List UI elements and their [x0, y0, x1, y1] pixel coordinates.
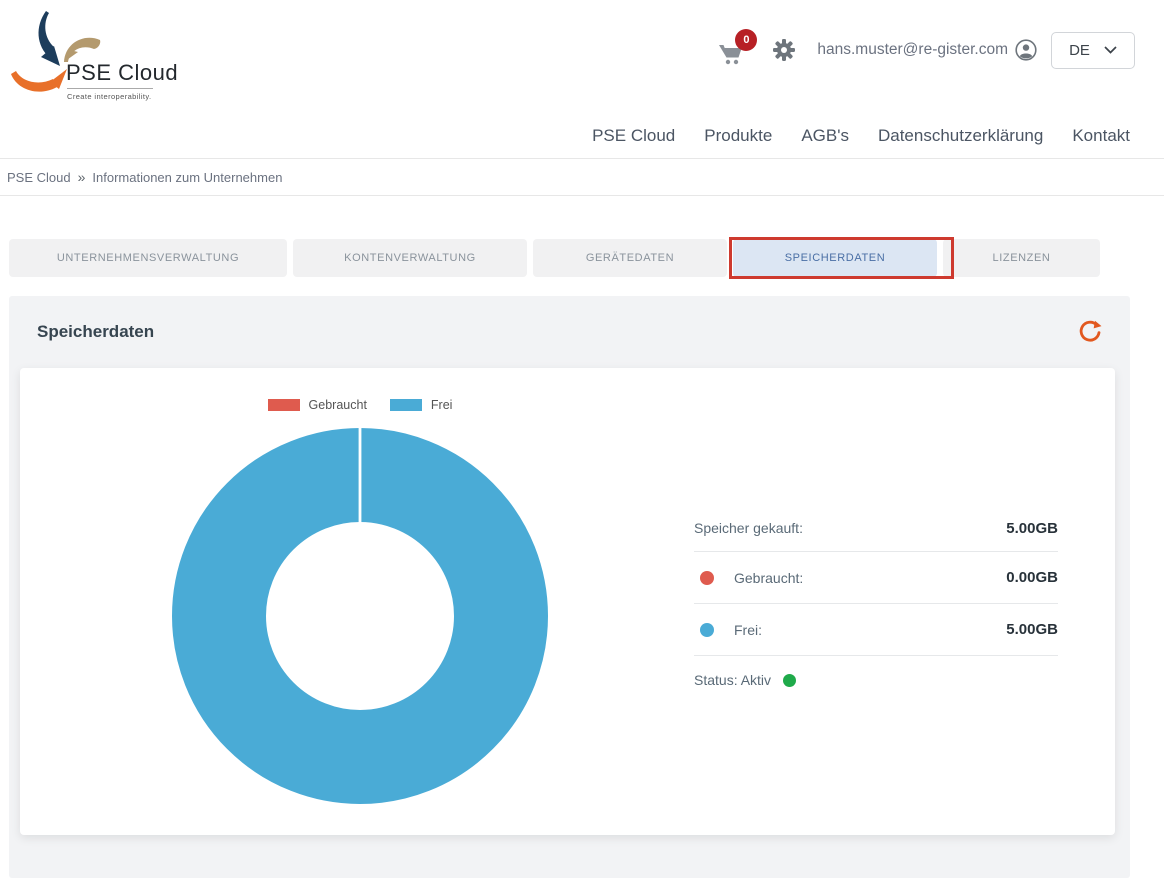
- settings-button[interactable]: [773, 39, 795, 61]
- logo-tagline: Create interoperability.: [67, 92, 152, 101]
- legend-label-gebraucht: Gebraucht: [309, 398, 367, 412]
- tab-lizenzen[interactable]: LIZENZEN: [943, 239, 1100, 277]
- gear-icon: [773, 39, 795, 61]
- storage-row-gebraucht: Gebraucht: 0.00GB: [694, 552, 1058, 604]
- header-actions: 0 hans.muster@re-gister.com: [717, 30, 1135, 70]
- storage-label: Frei:: [734, 622, 1006, 638]
- storage-value: 5.00GB: [1006, 621, 1058, 638]
- tab-geraetedaten[interactable]: GERÄTEDATEN: [533, 239, 727, 277]
- user-email[interactable]: hans.muster@re-gister.com: [817, 41, 1008, 59]
- chart-legend: Gebraucht Frei: [150, 398, 570, 412]
- breadcrumb: PSE Cloud » Informationen zum Unternehme…: [0, 159, 1164, 196]
- storage-card: Gebraucht Frei Speicher gekauft: 5.00GB: [20, 368, 1115, 835]
- top-bar: PSE Cloud Create interoperability. 0: [0, 0, 1164, 159]
- storage-label: Speicher gekauft:: [694, 520, 1006, 536]
- tab-speicherdaten-label: SPEICHERDATEN: [785, 252, 886, 264]
- blue-dot-icon: [700, 623, 714, 637]
- storage-row-frei: Frei: 5.00GB: [694, 604, 1058, 656]
- cart-button[interactable]: 0: [717, 32, 751, 68]
- storage-label: Gebraucht:: [734, 570, 1006, 586]
- pse-cloud-logo[interactable]: PSE Cloud Create interoperability.: [8, 8, 188, 108]
- main-nav: PSE Cloud Produkte AGB's Datenschutzerkl…: [592, 126, 1130, 146]
- nav-item-agbs[interactable]: AGB's: [801, 126, 849, 146]
- chevron-down-icon: [1104, 46, 1117, 54]
- legend-swatch-gebraucht: [268, 399, 300, 411]
- storage-row-gekauft: Speicher gekauft: 5.00GB: [694, 505, 1058, 552]
- status-row: Status: Aktiv: [694, 672, 1058, 688]
- user-menu-button[interactable]: [1015, 39, 1037, 61]
- speicherdaten-panel: Speicherdaten Gebraucht Frei: [9, 296, 1130, 878]
- tab-unternehmensverwaltung[interactable]: UNTERNEHMENSVERWALTUNG: [9, 239, 287, 277]
- tab-bar: UNTERNEHMENSVERWALTUNG KONTENVERWALTUNG …: [9, 239, 1130, 277]
- legend-swatch-frei: [390, 399, 422, 411]
- language-code: DE: [1069, 42, 1090, 59]
- storage-value: 5.00GB: [1006, 520, 1058, 537]
- donut-chart: [172, 428, 548, 804]
- breadcrumb-current: Informationen zum Unternehmen: [92, 170, 282, 185]
- legend-label-frei: Frei: [431, 398, 453, 412]
- tab-kontenverwaltung[interactable]: KONTENVERWALTUNG: [293, 239, 527, 277]
- cart-count-badge: 0: [735, 29, 757, 51]
- tab-speicherdaten[interactable]: SPEICHERDATEN: [733, 239, 937, 277]
- user-icon: [1015, 39, 1037, 61]
- breadcrumb-separator: »: [78, 169, 86, 185]
- storage-value: 0.00GB: [1006, 569, 1058, 586]
- nav-item-pse-cloud[interactable]: PSE Cloud: [592, 126, 675, 146]
- language-selector[interactable]: DE: [1051, 32, 1135, 69]
- status-active-dot-icon: [783, 674, 796, 687]
- logo-divider: [67, 88, 153, 89]
- red-dot-icon: [700, 571, 714, 585]
- panel-title: Speicherdaten: [37, 322, 154, 342]
- content-area: UNTERNEHMENSVERWALTUNG KONTENVERWALTUNG …: [9, 197, 1130, 878]
- nav-item-produkte[interactable]: Produkte: [704, 126, 772, 146]
- breadcrumb-root[interactable]: PSE Cloud: [7, 170, 71, 185]
- refresh-button[interactable]: [1077, 319, 1103, 345]
- nav-item-datenschutz[interactable]: Datenschutzerklärung: [878, 126, 1043, 146]
- nav-item-kontakt[interactable]: Kontakt: [1072, 126, 1130, 146]
- logo-title: PSE Cloud: [66, 60, 178, 86]
- status-label: Status: Aktiv: [694, 672, 771, 688]
- storage-info: Speicher gekauft: 5.00GB Gebraucht: 0.00…: [694, 505, 1058, 688]
- refresh-icon: [1077, 319, 1103, 345]
